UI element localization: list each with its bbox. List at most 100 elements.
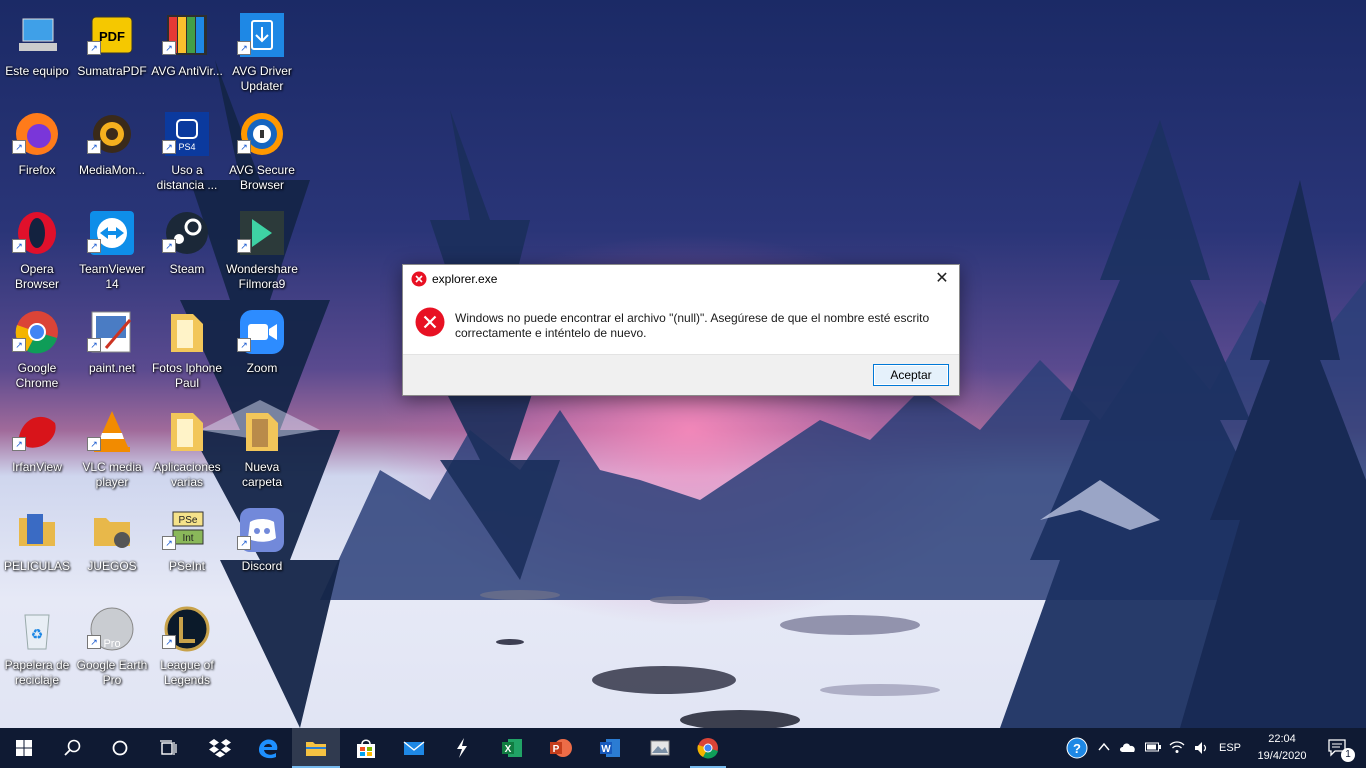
search-button[interactable] — [48, 728, 96, 768]
desktop-icon-filmora[interactable]: ↗ Wondershare Filmora9 — [224, 203, 300, 298]
shortcut-arrow-icon: ↗ — [162, 635, 176, 649]
excel-icon: X — [502, 739, 522, 757]
desktop-icon-league-of-legends[interactable]: ↗ League of Legends — [149, 599, 225, 694]
desktop-icon-label: Firefox — [18, 163, 56, 177]
desktop-icon-steam[interactable]: ↗ Steam — [149, 203, 225, 298]
taskbar-store[interactable] — [342, 728, 390, 768]
desktop-icon-fotos-iphone[interactable]: Fotos Iphone Paul — [149, 302, 225, 397]
desktop-icon-discord[interactable]: ↗ Discord — [224, 500, 300, 595]
error-icon — [415, 307, 445, 337]
desktop-icon-juegos[interactable]: JUEGOS — [74, 500, 150, 595]
desktop-icon-label: Fotos Iphone Paul — [151, 361, 223, 390]
desktop-icon-label: PELICULAS — [3, 559, 71, 573]
shortcut-arrow-icon: ↗ — [87, 437, 101, 451]
desktop-icon-avg-driver-updater[interactable]: ↗ AVG Driver Updater — [224, 5, 300, 100]
dialog-title: explorer.exe — [432, 272, 498, 286]
taskbar-mail[interactable] — [390, 728, 438, 768]
desktop-icon-opera[interactable]: ↗ Opera Browser — [0, 203, 75, 298]
help-icon: ? — [1066, 737, 1088, 759]
desktop-icon-label: Opera Browser — [14, 262, 59, 291]
powerpoint-icon: P — [550, 739, 572, 757]
show-hidden-icons-button[interactable] — [1094, 728, 1114, 768]
desktop-icon-mediamonkey[interactable]: ↗ MediaMon... — [74, 104, 150, 199]
input-language[interactable]: ESP — [1214, 728, 1246, 768]
taskbar-app-lightning[interactable] — [438, 728, 486, 768]
shortcut-arrow-icon: ↗ — [237, 239, 251, 253]
shortcut-arrow-icon: ↗ — [87, 635, 101, 649]
shortcut-arrow-icon: ↗ — [237, 41, 251, 55]
taskbar-word[interactable]: W — [586, 728, 634, 768]
desktop-icon-peliculas[interactable]: PELICULAS — [0, 500, 75, 595]
desktop-icon-nueva-carpeta[interactable]: Nueva carpeta — [224, 401, 300, 496]
shortcut-arrow-icon: ↗ — [12, 140, 26, 154]
cortana-button[interactable] — [96, 728, 144, 768]
taskbar-photos-app[interactable] — [636, 728, 684, 768]
ok-button[interactable]: Aceptar — [873, 364, 949, 386]
help-tray-button[interactable]: ? — [1064, 728, 1090, 768]
desktop-icon-label: TeamViewer 14 — [79, 262, 145, 291]
desktop-icon-teamviewer[interactable]: ↗ TeamViewer 14 — [74, 203, 150, 298]
desktop-icon-paint-net[interactable]: ↗ paint.net — [74, 302, 150, 397]
folder-icon — [246, 413, 278, 451]
desktop-icon-label: Este equipo — [5, 64, 69, 78]
desktop-icon-label: Papelera de reciclaje — [4, 658, 70, 687]
dropbox-icon — [209, 739, 231, 758]
start-button[interactable] — [0, 728, 48, 768]
photos-app-icon — [650, 740, 670, 756]
desktop-icon-papelera[interactable]: ♻ Papelera de reciclaje — [0, 599, 75, 694]
desktop-icon-este-equipo[interactable]: Este equipo — [0, 5, 75, 100]
network-tray-button[interactable] — [1166, 728, 1188, 768]
svg-text:P: P — [553, 744, 560, 755]
folder-icon — [19, 514, 55, 546]
svg-text:Int: Int — [182, 533, 193, 544]
desktop-icon-label: MediaMon... — [78, 163, 146, 177]
shortcut-arrow-icon: ↗ — [237, 536, 251, 550]
taskbar: X P W ? ESP 22:04 19/4/2020 1 — [0, 728, 1366, 768]
desktop-icon-pseint[interactable]: PSe Int ↗ PSeInt — [149, 500, 225, 595]
taskbar-powerpoint[interactable]: P — [536, 728, 584, 768]
onedrive-tray-button[interactable] — [1116, 728, 1140, 768]
desktop-icon-label: Uso a distancia ... — [156, 163, 218, 192]
desktop-icon-avg-antivirus[interactable]: ↗ AVG AntiVir... — [149, 5, 225, 100]
shortcut-arrow-icon: ↗ — [237, 140, 251, 154]
close-button[interactable]: ✕ — [925, 265, 959, 293]
desktop-icon-google-chrome[interactable]: ↗ Google Chrome — [0, 302, 75, 397]
desktop-icon-google-earth[interactable]: Pro ↗ Google Earth Pro — [74, 599, 150, 694]
notification-count-badge: 1 — [1341, 748, 1355, 762]
svg-text:PS4: PS4 — [178, 142, 195, 152]
shortcut-arrow-icon: ↗ — [12, 338, 26, 352]
svg-text:?: ? — [1073, 741, 1081, 756]
taskbar-excel[interactable]: X — [488, 728, 536, 768]
computer-icon — [19, 18, 57, 51]
desktop-icon-irfanview[interactable]: ↗ IrfanView — [0, 401, 75, 496]
dialog-title-bar[interactable]: explorer.exe ✕ — [403, 265, 959, 293]
task-view-icon — [160, 740, 177, 755]
desktop-icon-sumatrapdf[interactable]: PDF ↗ SumatraPDF — [74, 5, 150, 100]
desktop-icon-firefox[interactable]: ↗ Firefox — [0, 104, 75, 199]
desktop-icon-aplicaciones-varias[interactable]: Aplicaciones varias — [149, 401, 225, 496]
dialog-footer: Aceptar — [403, 354, 959, 395]
taskbar-edge[interactable] — [244, 728, 292, 768]
shortcut-arrow-icon: ↗ — [12, 437, 26, 451]
speaker-icon — [1195, 742, 1207, 754]
taskbar-chrome[interactable] — [684, 728, 732, 768]
taskbar-file-explorer[interactable] — [292, 728, 340, 768]
task-view-button[interactable] — [144, 728, 192, 768]
volume-tray-button[interactable] — [1190, 728, 1212, 768]
taskbar-dropbox[interactable] — [196, 728, 244, 768]
desktop-icon-vlc[interactable]: ↗ VLC media player — [74, 401, 150, 496]
error-icon — [411, 271, 427, 287]
action-center-button[interactable]: 1 — [1318, 728, 1358, 768]
windows-logo-icon — [16, 740, 32, 756]
svg-text:W: W — [601, 744, 611, 755]
error-dialog: explorer.exe ✕ Windows no puede encontra… — [402, 264, 960, 396]
battery-tray-button[interactable] — [1142, 728, 1164, 768]
desktop-icon-avg-secure-browser[interactable]: ↗ AVG Secure Browser — [224, 104, 300, 199]
desktop-icon-ps4-remote[interactable]: PS4 ↗ Uso a distancia ... — [149, 104, 225, 199]
desktop-icon-label: PSeInt — [168, 559, 206, 573]
cloud-icon — [1120, 743, 1135, 752]
battery-icon — [1145, 742, 1161, 752]
desktop-icon-zoom[interactable]: ↗ Zoom — [224, 302, 300, 397]
taskbar-clock[interactable]: 22:04 19/4/2020 — [1250, 731, 1314, 765]
shortcut-arrow-icon: ↗ — [162, 140, 176, 154]
